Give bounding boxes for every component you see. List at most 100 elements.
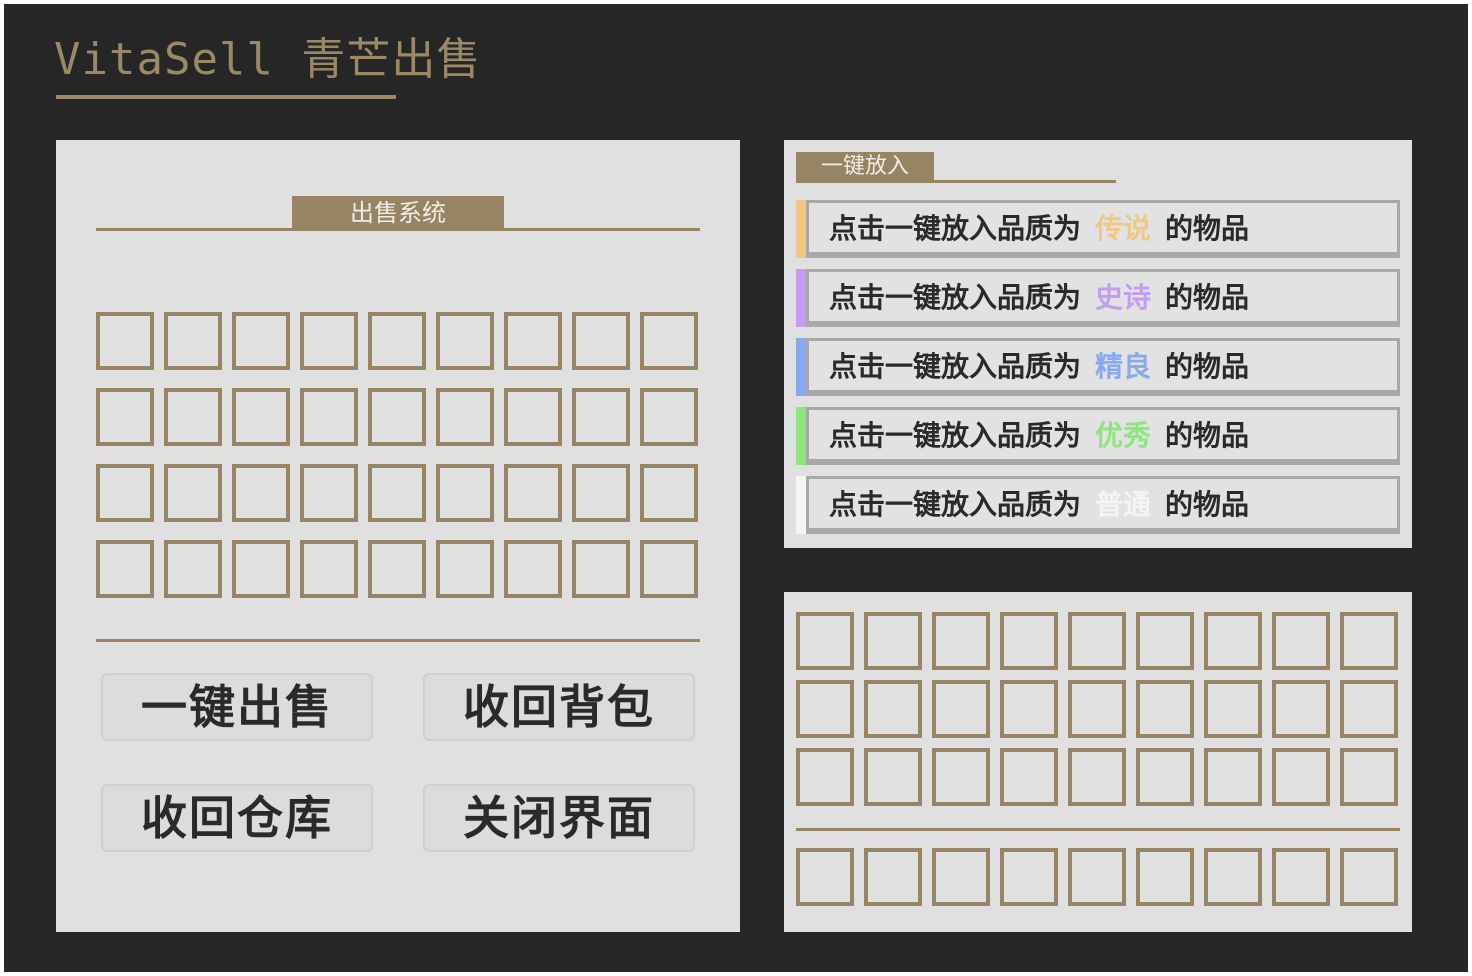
sell-slot[interactable] [300,312,358,370]
hotbar-slot[interactable] [1136,848,1194,906]
inventory-slot[interactable] [864,748,922,806]
sell-slot[interactable] [368,312,426,370]
quality-name: 史诗 [1095,281,1152,314]
sell-slot[interactable] [300,388,358,446]
sell-slot[interactable] [232,540,290,598]
sell-slot[interactable] [504,464,562,522]
sell-slot[interactable] [232,388,290,446]
sell-slot[interactable] [232,312,290,370]
sell-slot[interactable] [436,540,494,598]
inventory-slot[interactable] [1000,748,1058,806]
quick-put-label: 点击一键放入品质为 精良 的物品 [806,338,1400,396]
sell-all-button[interactable]: 一键出售 [101,673,373,741]
quick-put-prefix: 点击一键放入品质为 [829,419,1082,452]
inventory-slot[interactable] [796,748,854,806]
sell-slot[interactable] [504,388,562,446]
quick-put-uncommon-button[interactable]: 点击一键放入品质为 优秀 的物品 [796,407,1400,467]
inventory-slot[interactable] [1272,748,1330,806]
app-title: VitaSell 青芒出售 [54,34,482,85]
sell-slot[interactable] [572,540,630,598]
return-to-warehouse-button[interactable]: 收回仓库 [101,784,373,852]
sell-slot[interactable] [640,312,698,370]
sell-slot[interactable] [96,540,154,598]
sell-slot[interactable] [368,388,426,446]
quick-put-suffix: 的物品 [1165,419,1250,452]
quick-put-header: 一键放入 [796,152,934,182]
sell-slot[interactable] [96,312,154,370]
quick-put-label: 点击一键放入品质为 优秀 的物品 [806,407,1400,465]
inventory-slot[interactable] [1204,612,1262,670]
quick-put-prefix: 点击一键放入品质为 [829,212,1082,245]
sell-slot[interactable] [572,464,630,522]
sell-slot[interactable] [164,464,222,522]
sell-slot[interactable] [96,464,154,522]
quality-name: 精良 [1095,350,1152,383]
quick-put-epic-button[interactable]: 点击一键放入品质为 史诗 的物品 [796,269,1400,329]
quick-put-legendary-button[interactable]: 点击一键放入品质为 传说 的物品 [796,200,1400,260]
sell-slot[interactable] [640,388,698,446]
quick-put-label: 点击一键放入品质为 史诗 的物品 [806,269,1400,327]
title-underline [56,95,396,99]
inventory-slot[interactable] [1272,612,1330,670]
inventory-slot[interactable] [1000,680,1058,738]
inventory-slot[interactable] [1068,680,1126,738]
quick-put-label: 点击一键放入品质为 传说 的物品 [806,200,1400,258]
hotbar-slot[interactable] [864,848,922,906]
quick-put-prefix: 点击一键放入品质为 [829,281,1082,314]
hotbar-slot[interactable] [1272,848,1330,906]
sell-slot[interactable] [572,312,630,370]
quick-put-label: 点击一键放入品质为 普通 的物品 [806,476,1400,534]
sell-slot[interactable] [640,464,698,522]
sell-slot[interactable] [504,540,562,598]
inventory-slot[interactable] [1000,612,1058,670]
hotbar-slot[interactable] [1068,848,1126,906]
inventory-slot[interactable] [1136,680,1194,738]
inventory-slot[interactable] [796,680,854,738]
sell-slot[interactable] [300,540,358,598]
sell-slot[interactable] [96,388,154,446]
inventory-divider [796,828,1400,831]
inventory-slot[interactable] [932,748,990,806]
sell-slot[interactable] [504,312,562,370]
quick-put-common-button[interactable]: 点击一键放入品质为 普通 的物品 [796,476,1400,536]
inventory-slot[interactable] [864,612,922,670]
hotbar-slot[interactable] [1204,848,1262,906]
sell-slot[interactable] [164,388,222,446]
quality-name: 传说 [1095,212,1152,245]
inventory-slot[interactable] [1136,748,1194,806]
inventory-slot[interactable] [1340,748,1398,806]
hotbar-slot[interactable] [932,848,990,906]
sell-slot[interactable] [640,540,698,598]
inventory-slot[interactable] [932,680,990,738]
sell-slot[interactable] [164,312,222,370]
sell-slot[interactable] [572,388,630,446]
sell-slot[interactable] [232,464,290,522]
hotbar-slot[interactable] [796,848,854,906]
quick-put-prefix: 点击一键放入品质为 [829,488,1082,521]
inventory-slot[interactable] [1068,748,1126,806]
inventory-slot[interactable] [1068,612,1126,670]
inventory-slot[interactable] [1204,680,1262,738]
quick-put-suffix: 的物品 [1165,488,1250,521]
hotbar-slot[interactable] [1000,848,1058,906]
quick-put-rare-button[interactable]: 点击一键放入品质为 精良 的物品 [796,338,1400,398]
sell-slot[interactable] [300,464,358,522]
sell-slot[interactable] [368,540,426,598]
hotbar-slot[interactable] [1340,848,1398,906]
inventory-slot[interactable] [1340,612,1398,670]
sell-slot[interactable] [436,464,494,522]
close-interface-button[interactable]: 关闭界面 [423,784,695,852]
return-to-backpack-button[interactable]: 收回背包 [423,673,695,741]
inventory-slot[interactable] [1340,680,1398,738]
inventory-slot[interactable] [1136,612,1194,670]
inventory-slot[interactable] [1272,680,1330,738]
inventory-slot[interactable] [1204,748,1262,806]
inventory-slot[interactable] [932,612,990,670]
sell-slot[interactable] [436,388,494,446]
inventory-slot[interactable] [864,680,922,738]
inventory-slot[interactable] [796,612,854,670]
sell-slot[interactable] [436,312,494,370]
sell-panel-header: 出售系统 [292,196,504,230]
sell-slot[interactable] [368,464,426,522]
sell-slot[interactable] [164,540,222,598]
